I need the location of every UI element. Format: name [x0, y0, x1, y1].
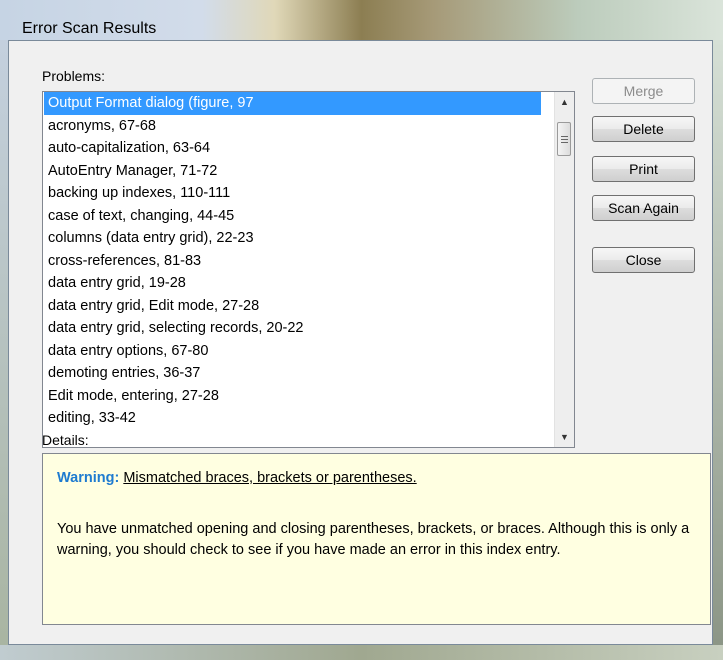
window-frame-left: [0, 40, 8, 660]
problem-list-item[interactable]: backing up indexes, 110-111: [44, 182, 541, 205]
window-title: Error Scan Results: [22, 20, 157, 37]
warning-line: Warning: Mismatched braces, brackets or …: [57, 470, 417, 486]
scan-again-button[interactable]: Scan Again: [592, 195, 695, 221]
error-scan-results-window: Error Scan Results Problems: Output Form…: [0, 0, 723, 660]
problems-scrollbar[interactable]: ▲ ▼: [554, 92, 574, 447]
problem-list-item[interactable]: data entry options, 67-80: [44, 340, 541, 363]
problem-list-item[interactable]: Edit mode, entering, 27-28: [44, 385, 541, 408]
problem-list-item[interactable]: acronyms, 67-68: [44, 115, 541, 138]
thumb-grip-line: [561, 142, 568, 143]
problem-list-item[interactable]: case of text, changing, 44-45: [44, 205, 541, 228]
problems-listbox[interactable]: Output Format dialog (figure, 97 acronyms…: [42, 91, 575, 448]
close-button[interactable]: Close: [592, 247, 695, 273]
thumb-grip-line: [561, 136, 568, 137]
problem-list-item[interactable]: data entry grid, selecting records, 20-2…: [44, 317, 541, 340]
scroll-down-arrow-icon[interactable]: ▼: [555, 427, 574, 446]
problem-list-item[interactable]: Output Format dialog (figure, 97: [44, 92, 541, 115]
print-button[interactable]: Print: [592, 156, 695, 182]
merge-button[interactable]: Merge: [592, 78, 695, 104]
delete-button[interactable]: Delete: [592, 116, 695, 142]
warning-heading: Warning:: [57, 470, 120, 486]
details-panel: Warning: Mismatched braces, brackets or …: [42, 453, 711, 625]
problem-list-item[interactable]: demoting entries, 36-37: [44, 362, 541, 385]
window-frame-right: [713, 40, 723, 660]
problem-list-item[interactable]: auto-capitalization, 63-64: [44, 137, 541, 160]
details-label: Details:: [42, 432, 89, 448]
scroll-thumb[interactable]: [557, 122, 571, 156]
scroll-up-arrow-icon[interactable]: ▲: [555, 92, 574, 111]
problem-list-item[interactable]: cross-references, 81-83: [44, 250, 541, 273]
problem-list-item[interactable]: editing, 33-42: [44, 407, 541, 430]
problems-list: Output Format dialog (figure, 97 acronyms…: [44, 92, 541, 430]
problem-list-item[interactable]: data entry grid, 19-28: [44, 272, 541, 295]
title-bar[interactable]: Error Scan Results: [0, 0, 723, 40]
problem-list-item[interactable]: columns (data entry grid), 22-23: [44, 227, 541, 250]
problem-list-item[interactable]: AutoEntry Manager, 71-72: [44, 160, 541, 183]
thumb-grip-line: [561, 139, 568, 140]
dialog-client-area: Problems: Output Format dialog (figure, …: [8, 40, 713, 645]
problem-list-item[interactable]: data entry grid, Edit mode, 27-28: [44, 295, 541, 318]
warning-message: Mismatched braces, brackets or parenthes…: [123, 470, 417, 486]
problems-label: Problems:: [42, 68, 106, 84]
window-frame-bottom: [0, 645, 723, 660]
details-body-text: You have unmatched opening and closing p…: [57, 521, 690, 558]
